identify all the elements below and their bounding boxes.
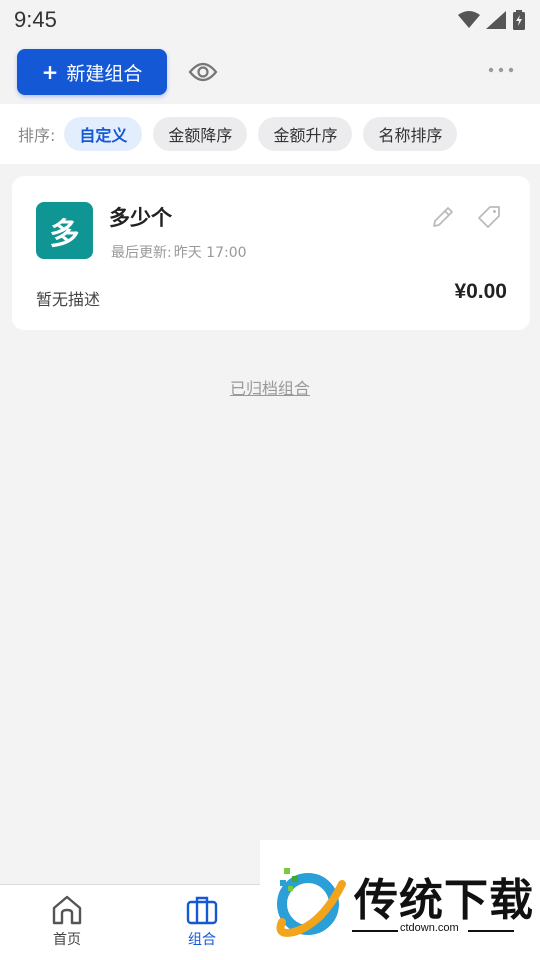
more-dots-icon xyxy=(488,67,514,73)
portfolio-updated: 最后更新: 昨天 17:00 xyxy=(109,242,247,262)
portfolio-card[interactable]: 多 多少个 最后更新: 昨天 17:00 暂无描述 ¥0.00 xyxy=(12,176,530,330)
sort-bar: 排序: 自定义 金额降序 金额升序 名称排序 xyxy=(0,104,540,164)
top-toolbar: + 新建组合 xyxy=(0,40,540,104)
sort-chip-amount-asc[interactable]: 金额升序 xyxy=(258,117,353,151)
new-group-label: 新建组合 xyxy=(66,62,143,85)
watermark-rule-right xyxy=(468,930,514,932)
wifi-icon xyxy=(458,11,480,28)
home-icon xyxy=(52,895,82,925)
watermark: 传统下载 ctdown.com xyxy=(260,840,540,960)
briefcase-icon xyxy=(186,896,218,925)
new-group-button[interactable]: + 新建组合 xyxy=(17,49,167,95)
pencil-icon xyxy=(433,207,453,227)
nav-item-home[interactable]: 首页 xyxy=(22,893,112,957)
sort-chip-amount-desc[interactable]: 金额降序 xyxy=(153,117,248,151)
status-icons xyxy=(458,10,526,30)
watermark-brand: 传统下载 xyxy=(354,875,534,926)
tag-icon xyxy=(478,206,500,228)
portfolio-description: 暂无描述 xyxy=(36,290,101,309)
status-bar: 9:45 xyxy=(0,0,540,40)
nav-label-group: 组合 xyxy=(188,932,216,948)
watermark-rule-left xyxy=(352,930,398,932)
portfolio-title: 多少个 xyxy=(109,206,172,230)
more-options-button[interactable] xyxy=(486,60,516,80)
watermark-url: ctdown.com xyxy=(400,922,459,934)
tag-button[interactable] xyxy=(476,204,502,230)
plus-icon: + xyxy=(41,60,59,84)
sort-label: 排序: xyxy=(18,126,56,145)
portfolio-amount: ¥0.00 xyxy=(454,280,507,303)
edit-button[interactable] xyxy=(430,204,456,230)
eye-icon xyxy=(188,62,218,82)
toggle-visibility-button[interactable] xyxy=(187,56,219,88)
nav-item-group[interactable]: 组合 xyxy=(157,893,247,957)
archived-groups-link[interactable]: 已归档组合 xyxy=(0,375,540,399)
updated-label: 最后更新: xyxy=(111,245,172,261)
sort-chip-name[interactable]: 名称排序 xyxy=(363,117,458,151)
updated-value: 昨天 17:00 xyxy=(173,245,247,261)
battery-icon xyxy=(513,10,525,30)
sort-chip-custom[interactable]: 自定义 xyxy=(64,117,143,151)
portfolio-avatar: 多 xyxy=(36,202,93,259)
nav-label-home: 首页 xyxy=(53,932,81,948)
ctdown-logo-icon xyxy=(276,868,346,937)
signal-icon xyxy=(486,11,506,29)
status-time: 9:45 xyxy=(14,7,57,32)
